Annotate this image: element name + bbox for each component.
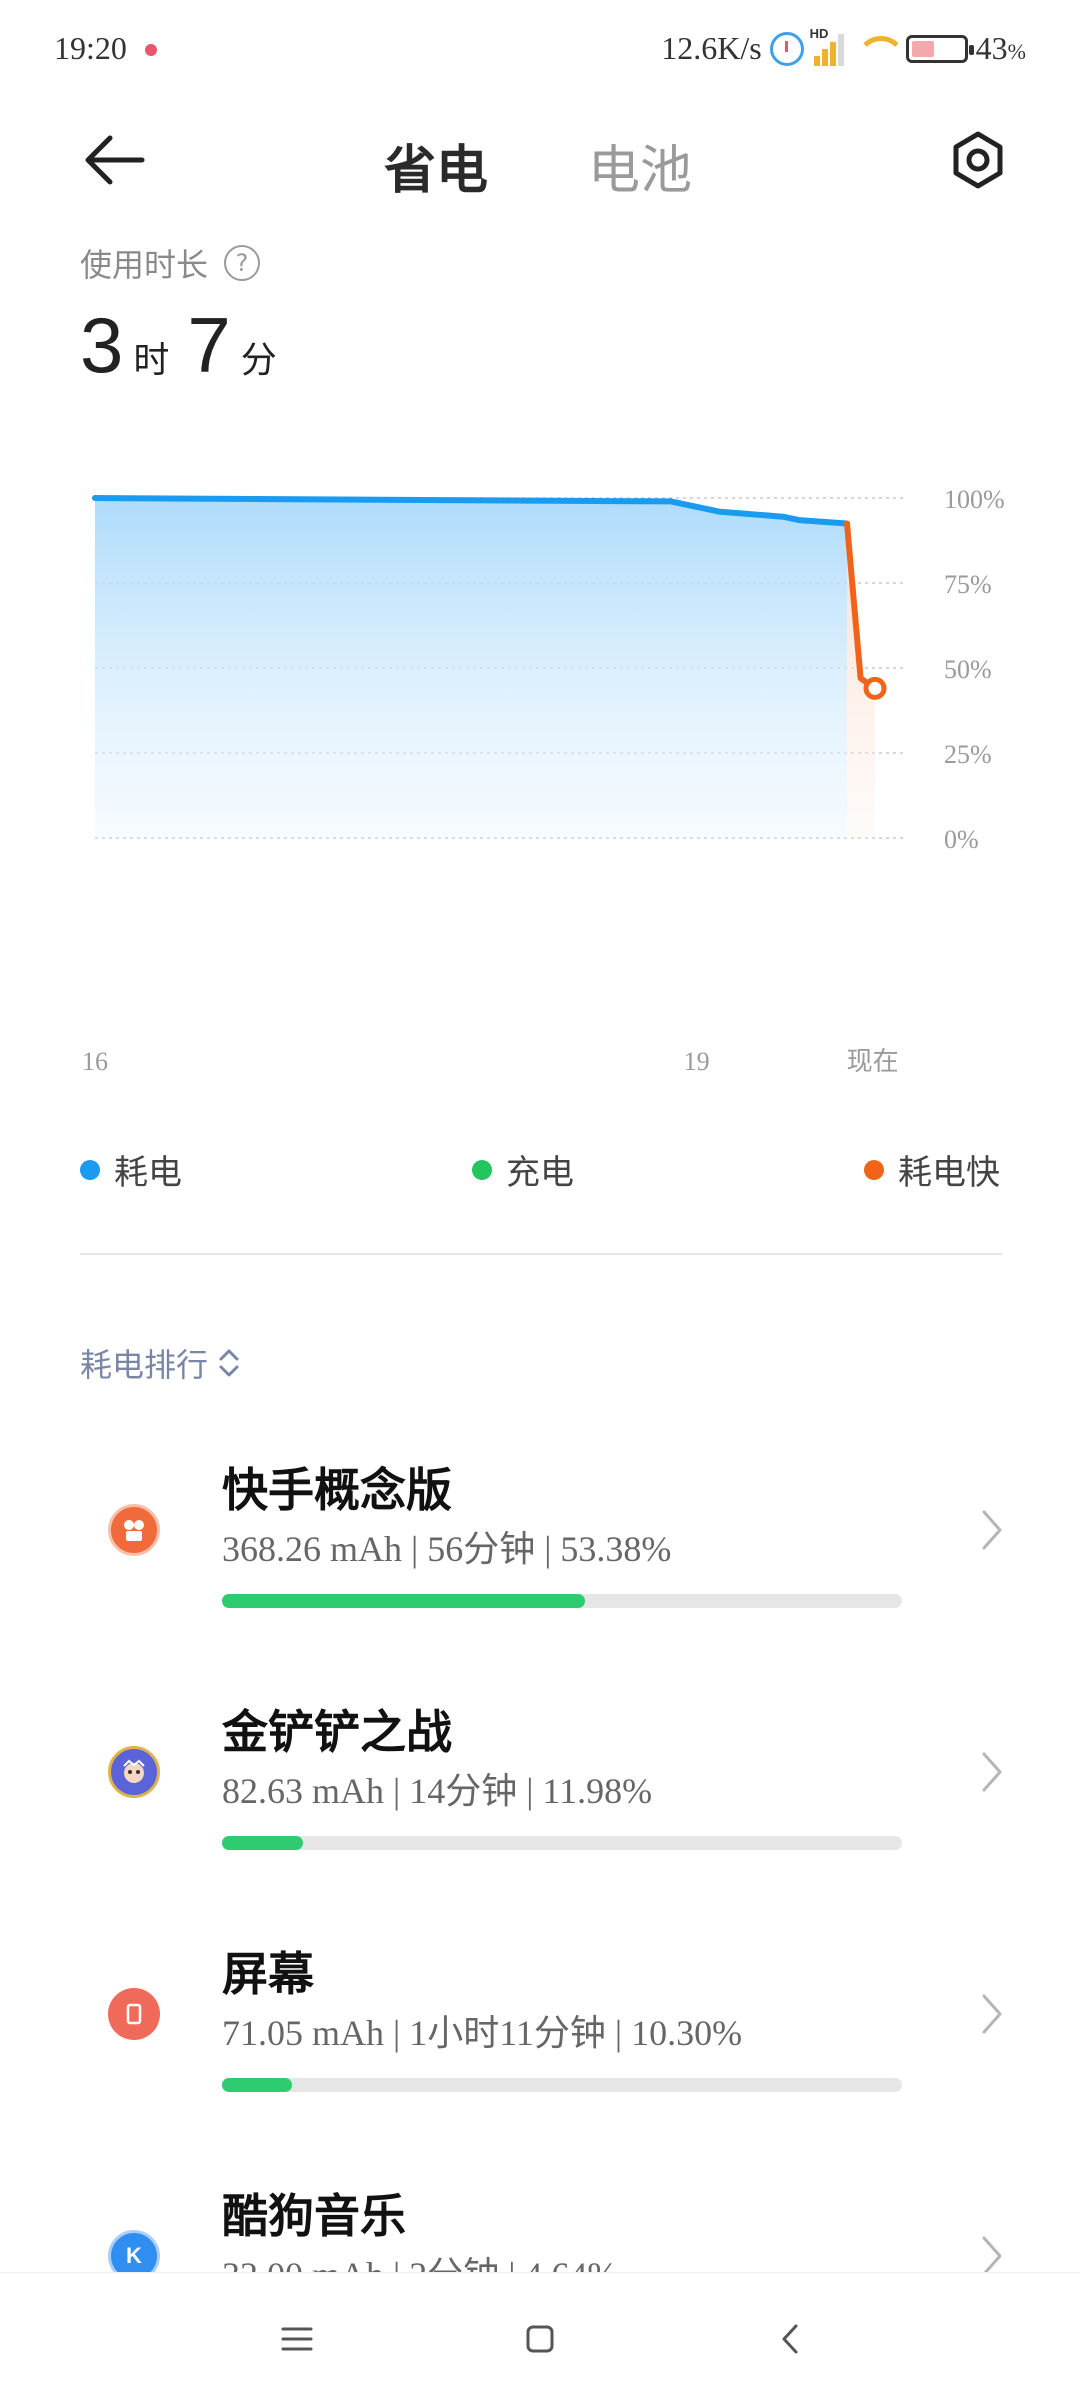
legend-item-charge: 充电 [472,1145,574,1194]
sort-toggle-icon [219,1349,239,1377]
tab-battery[interactable]: 电池 [588,128,692,203]
legend-label: 充电 [506,1153,574,1193]
x-tick-label: 19 [684,1047,710,1076]
settings-icon [953,131,1003,189]
ranking-sort-button[interactable]: 耗电排行 [80,1340,240,1386]
status-time: 19:20 [54,30,127,66]
kugou-app-icon: K [108,2230,160,2272]
usage-progress-fill [222,1836,304,1850]
chevron-right-icon [982,1994,1002,2034]
menu-icon [281,2327,313,2351]
x-tick-label: 16 [82,1047,108,1076]
app-stats: 71.05 mAh | 1小时11分钟 | 10.30% [222,2013,743,2053]
back-icon [782,2324,798,2354]
usage-minutes: 7 [187,301,231,389]
back-arrow-icon [85,135,145,185]
app-name: 金铲铲之战 [222,1705,452,1759]
app-name: 屏幕 [222,1947,314,2001]
usage-progress-bar [222,2078,902,2092]
header: 省电 电池 [0,110,1080,210]
app-name: 酷狗音乐 [222,2189,406,2243]
usage-label-text: 使用时长 [80,246,209,284]
settings-button[interactable] [948,130,1008,190]
y-tick-label: 100% [944,485,1005,514]
jinchanchan-app-icon [108,1746,160,1798]
y-tick-label: 25% [944,740,992,769]
network-speed: 12.6K/s [661,30,762,66]
chevron-right-icon [982,1752,1002,1792]
legend-dot-discharge [80,1159,100,1180]
hd-badge: HD [809,25,829,41]
screen-icon [108,1988,160,2040]
ranking-list: 快手概念版 368.26 mAh | 56分钟 | 53.38% 金铲铲之战 8… [0,1410,1080,2272]
list-item[interactable]: 屏幕 71.05 mAh | 1小时11分钟 | 10.30% [0,1894,1080,2134]
legend-label: 耗电 [114,1153,182,1193]
usage-progress-fill [222,2078,293,2092]
current-point-marker [863,676,887,700]
notification-dot-icon [145,44,157,56]
alarm-icon [769,31,804,66]
divider [80,1253,1002,1255]
usage-progress-bar [222,1836,902,1850]
signal-icon: HD [810,26,846,66]
wifi-icon [854,32,898,66]
legend-label: 耗电快 [898,1153,1000,1193]
app-name: 快手概念版 [222,1463,452,1517]
usage-progress-fill [222,1594,585,1608]
home-button[interactable] [510,2309,570,2369]
recent-apps-button[interactable] [267,2309,327,2369]
y-tick-label: 0% [944,825,979,854]
battery-percent-symbol: % [1007,39,1026,64]
help-icon[interactable]: ? [224,245,261,281]
list-item[interactable]: 金铲铲之战 82.63 mAh | 14分钟 | 11.98% [0,1652,1080,1892]
battery-percent: 43 [975,30,1008,66]
kuaishou-app-icon [108,1504,160,1556]
chevron-right-icon [982,1510,1002,1550]
legend-item-discharge: 耗电 [80,1145,182,1194]
navigation-bar [0,2272,1080,2400]
battery-chart: 100% 75% 50% 25% 0% 16 19 现在 [0,470,1080,1090]
battery-icon [905,34,974,63]
chevron-right-icon [982,2236,1002,2272]
app-stats: 368.26 mAh | 56分钟 | 53.38% [222,1529,672,1569]
x-tick-label: 现在 [847,1047,899,1076]
legend-dot-charge [472,1159,492,1180]
usage-hours: 3 [80,301,124,389]
y-tick-label: 75% [944,570,992,599]
app-stats: 32.00 mAh | 2分钟 | 4.64% [222,2246,617,2272]
nav-back-button[interactable] [760,2309,820,2369]
usage-time-value: 3 时 7 分 [80,300,295,391]
ranking-label: 耗电排行 [80,1346,209,1384]
status-icons: 12.6K/s HD 43% [661,26,1026,67]
tab-power-saving[interactable]: 省电 [384,128,488,203]
legend-dot-fast-discharge [864,1159,884,1180]
list-item[interactable]: K 酷狗音乐 32.00 mAh | 2分钟 | 4.64% [0,2136,1080,2272]
back-button[interactable] [80,132,150,188]
usage-time-label: 使用时长 ? [80,240,261,286]
list-item[interactable]: 快手概念版 368.26 mAh | 56分钟 | 53.38% [0,1410,1080,1650]
y-tick-label: 50% [944,655,992,684]
battery-chart-svg: 100% 75% 50% 25% 0% 16 19 现在 [82,485,1005,1076]
usage-hours-unit: 时 [133,340,170,381]
status-bar: 19:20 12.6K/s HD 43% [0,0,1080,100]
usage-progress-bar [222,1594,902,1608]
home-icon [526,2325,554,2353]
app-stats: 82.63 mAh | 14分钟 | 11.98% [222,1771,653,1811]
legend-item-fast-discharge: 耗电快 [864,1145,1000,1194]
series-area [95,498,847,838]
usage-minutes-unit: 分 [240,340,277,381]
